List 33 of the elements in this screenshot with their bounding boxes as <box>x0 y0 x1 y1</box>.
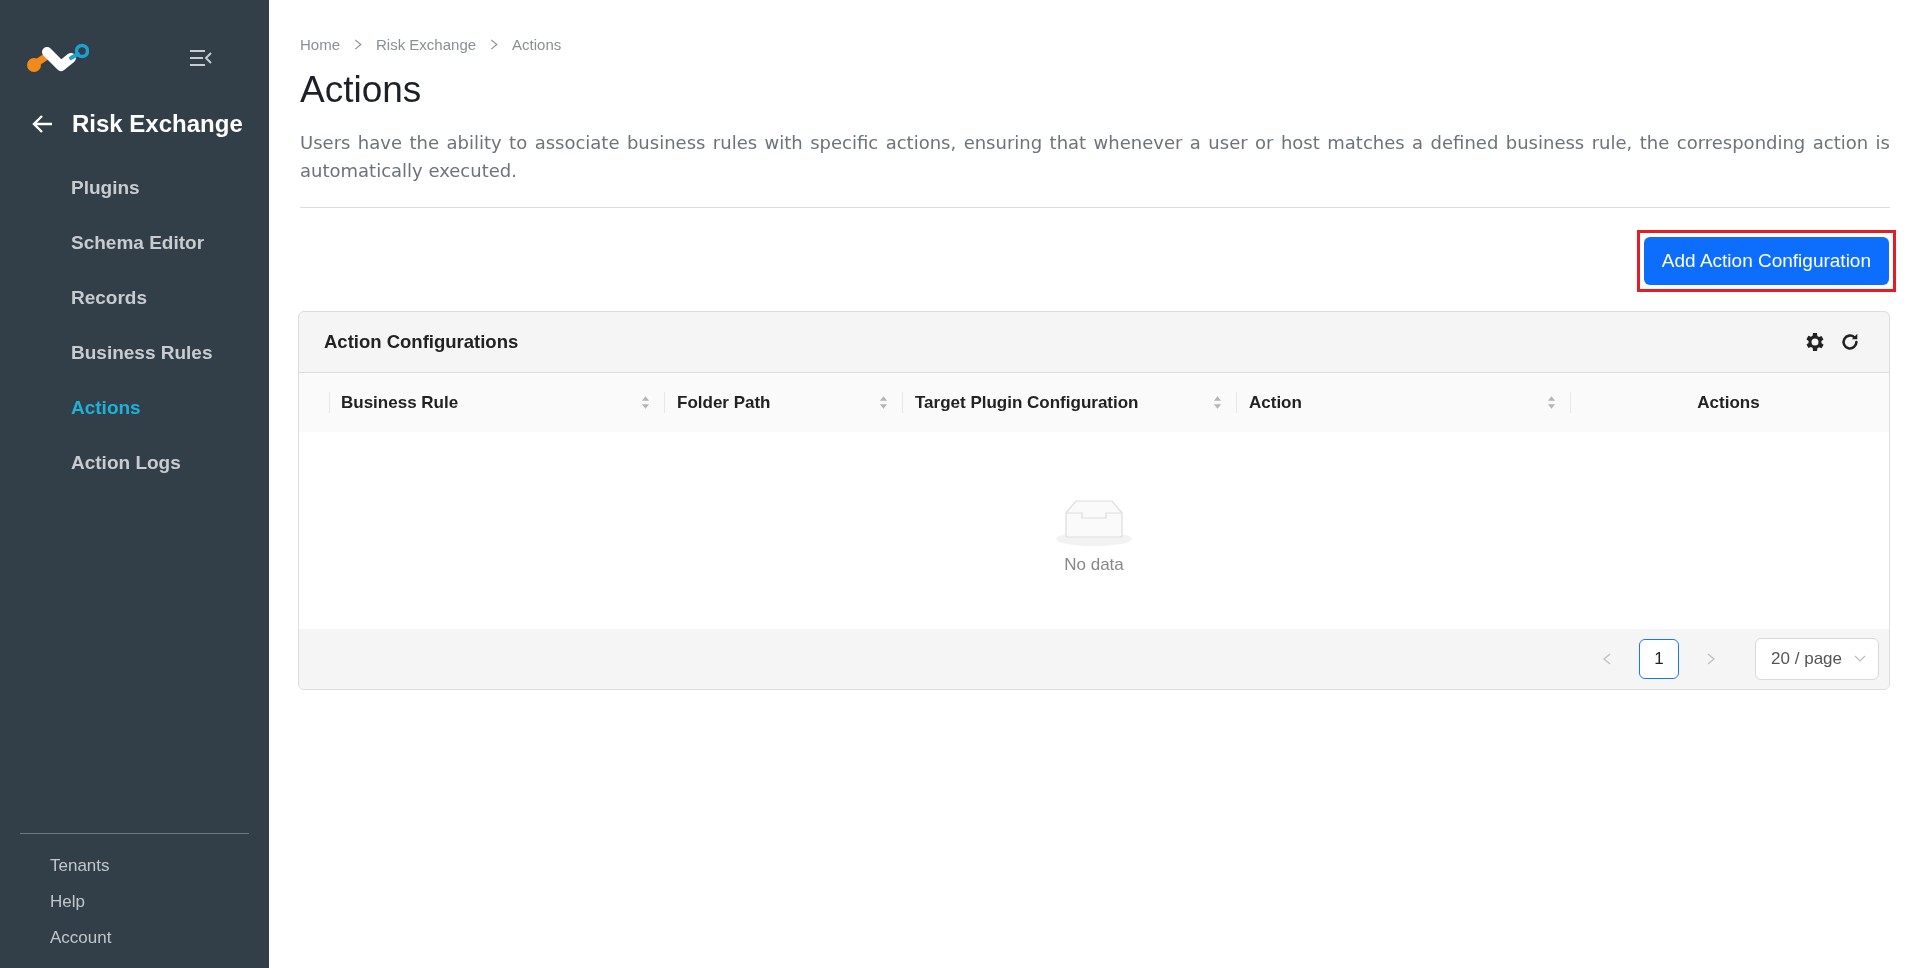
sort-icon <box>641 395 650 410</box>
column-header: Actions <box>1696 391 1761 414</box>
chevron-right-icon <box>354 39 362 50</box>
column-header[interactable]: Folder Path <box>665 373 903 432</box>
sidebar-item[interactable]: Business Rules <box>71 325 213 380</box>
column-header[interactable]: Target Plugin Configuration <box>903 373 1237 432</box>
sidebar-link[interactable]: Tenants <box>50 848 110 884</box>
page-size-select[interactable]: 20 / page <box>1755 638 1879 680</box>
sidebar-item[interactable]: Action Logs <box>71 435 181 490</box>
chevron-right-icon <box>490 39 499 50</box>
sidebar-item[interactable]: Plugins <box>71 160 140 215</box>
collapse-menu-icon[interactable] <box>189 49 213 67</box>
add-action-configuration-button[interactable]: Add Action Configuration <box>1643 237 1889 285</box>
sort-icon <box>1547 395 1556 410</box>
chevron-down-icon <box>1854 655 1866 663</box>
column-header[interactable]: Action <box>1237 373 1571 432</box>
back-arrow-icon[interactable] <box>32 114 54 134</box>
sort-icon <box>1213 395 1222 410</box>
sort-icon <box>879 395 888 410</box>
empty-message: No data <box>1064 554 1124 575</box>
page-number-button[interactable]: 1 <box>1639 639 1680 679</box>
sidebar-item[interactable]: Schema Editor <box>71 215 205 270</box>
sidebar-item[interactable]: Records <box>71 270 148 325</box>
sidebar-item[interactable]: Actions <box>71 380 141 435</box>
section-title: Risk Exchange <box>72 110 243 138</box>
page-description: Users have the ability to associate business rules with specific actions, ensuring that whenever a user or host matches a defined business rule, the corresponding action is automatically executed. <box>300 131 1890 183</box>
column-header[interactable]: Business Rule <box>299 373 665 432</box>
table-title: Action Configurations <box>324 331 519 353</box>
logo-icon <box>27 42 89 74</box>
sidebar-link[interactable]: Help <box>50 884 85 920</box>
refresh-icon[interactable] <box>1839 331 1861 353</box>
page-title: Actions <box>300 69 423 111</box>
sidebar-link[interactable]: Account <box>50 920 112 956</box>
